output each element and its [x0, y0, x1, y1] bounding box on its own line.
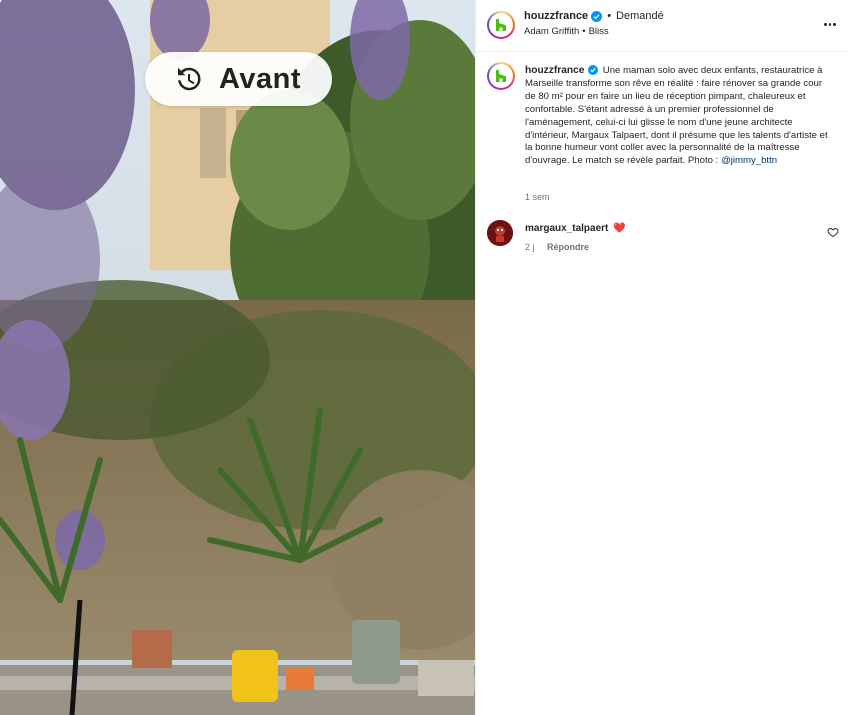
comment-item: margaux_talpaert ❤️ 2 j Répondre	[487, 218, 839, 258]
before-badge-label: Avant	[219, 62, 301, 95]
houzz-logo-icon	[491, 15, 511, 35]
caption-text: Une maman solo avec deux enfants, restau…	[525, 65, 828, 167]
post-media[interactable]: Avant	[0, 0, 475, 715]
houzz-logo-icon	[491, 66, 511, 86]
comment-line: margaux_talpaert ❤️	[525, 223, 626, 234]
caption-username[interactable]: houzzfrance	[525, 65, 584, 76]
audio-title: Bliss	[588, 26, 609, 37]
caption-body: houzzfrance Une maman solo avec deux enf…	[525, 65, 831, 168]
before-badge: Avant	[145, 52, 332, 106]
heart-outline-icon[interactable]	[827, 226, 839, 238]
heart-emoji: ❤️	[613, 223, 626, 234]
garden-photo	[0, 0, 475, 715]
commenter-username[interactable]: margaux_talpaert	[525, 223, 608, 234]
caption-author-avatar[interactable]	[487, 62, 515, 90]
author-avatar[interactable]	[487, 11, 515, 39]
reply-button[interactable]: Répondre	[547, 242, 589, 252]
caption-mention-link[interactable]: @jimmy_bttn	[721, 155, 777, 166]
post-header: houzzfrance • Demandé Adam Griffith • Blis…	[476, 0, 848, 52]
verified-badge-icon	[588, 65, 599, 76]
separator-dot: •	[607, 10, 612, 22]
comment-meta: 2 j Répondre	[525, 242, 589, 252]
history-clock-icon	[178, 67, 201, 91]
header-title-row: houzzfrance • Demandé	[524, 10, 664, 22]
comment-timestamp[interactable]: 2 j	[525, 242, 535, 252]
more-options-icon[interactable]	[823, 14, 837, 34]
follow-status[interactable]: Demandé	[616, 10, 664, 22]
author-username[interactable]: houzzfrance	[524, 10, 588, 22]
caption-timestamp[interactable]: 1 sem	[525, 192, 550, 202]
audio-artist: Adam Griffith	[524, 26, 580, 37]
audio-attribution[interactable]: Adam Griffith • Bliss	[524, 26, 609, 37]
commenter-avatar[interactable]	[487, 220, 513, 246]
post-details-panel: houzzfrance • Demandé Adam Griffith • Blis…	[475, 0, 848, 715]
verified-badge-icon	[591, 10, 603, 22]
audio-separator: •	[582, 26, 586, 37]
